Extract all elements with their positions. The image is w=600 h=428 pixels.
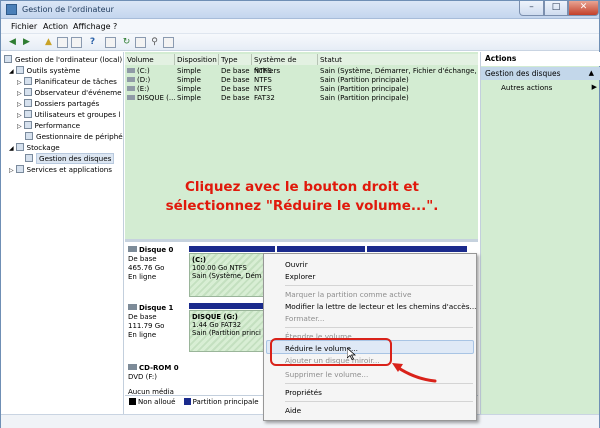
minimize-button[interactable]: – xyxy=(519,1,544,16)
col-type[interactable]: Type xyxy=(219,54,252,65)
up-folder-icon[interactable]: ▲ xyxy=(43,37,54,48)
table-row[interactable]: DISQUE (... Simple De base FAT32 Sain (P… xyxy=(125,94,478,103)
drive-icon xyxy=(127,86,135,91)
actions-pane: Actions Gestion des disques ▲ Autres acti… xyxy=(480,52,600,414)
menu-affichage[interactable]: Affichage xyxy=(73,22,111,31)
toolbar: ◀ ▶ ▲ ? ↻ ⚲ xyxy=(1,34,599,51)
view-icon[interactable] xyxy=(105,37,116,48)
title-bar: Gestion de l'ordinateur – □ ✕ xyxy=(1,1,599,19)
settings-icon[interactable] xyxy=(163,37,174,48)
chevron-right-icon: ▶ xyxy=(591,83,597,91)
tree-root[interactable]: Gestion de l'ordinateur (local) xyxy=(4,55,122,65)
computer-icon xyxy=(4,55,12,63)
instruction-line-1: Cliquez avec le bouton droit et xyxy=(185,179,419,195)
tree-outils-systeme[interactable]: ◢ Outils système xyxy=(9,66,80,76)
actions-section[interactable]: Gestion des disques ▲ xyxy=(481,67,600,80)
table-row[interactable]: (C:) Simple De base NTFS Sain (Système, … xyxy=(125,67,478,76)
console-tree: Gestion de l'ordinateur (local) ◢ Outils… xyxy=(1,52,124,414)
table-row[interactable]: (D:) Simple De base NTFS Sain (Partition… xyxy=(125,76,478,85)
tree-planificateur[interactable]: ▷ Planificateur de tâches xyxy=(17,77,117,87)
back-arrow-icon[interactable]: ◀ xyxy=(7,37,18,48)
menu-action[interactable]: Action xyxy=(43,22,68,31)
drive-icon xyxy=(127,77,135,82)
partition-bar xyxy=(189,246,275,252)
context-menu: Ouvrir Explorer Marquer la partition com… xyxy=(263,253,477,421)
partition-bar xyxy=(189,303,265,309)
drive-icon xyxy=(127,95,135,100)
hard-disk-icon xyxy=(128,304,137,310)
app-window: Gestion de l'ordinateur – □ ✕ Fichier Ac… xyxy=(0,0,600,428)
storage-icon xyxy=(15,143,24,151)
device-manager-icon xyxy=(25,132,33,140)
disk-1-info[interactable]: Disque 1 De base 111.79 Go En ligne xyxy=(128,304,186,340)
tree-utilisateurs[interactable]: ▷ Utilisateurs et groupes l xyxy=(17,110,120,120)
tree-services[interactable]: ▷ Services et applications xyxy=(9,165,112,175)
menu-separator xyxy=(285,383,473,384)
tree-stockage[interactable]: ◢ Stockage xyxy=(9,143,60,153)
cdrom-0-info[interactable]: CD-ROM 0 DVD (F:) Aucun média xyxy=(128,364,186,397)
legend-swatch-unallocated xyxy=(129,398,136,405)
performance-icon xyxy=(23,121,32,129)
partition-bar xyxy=(367,246,467,252)
cd-rom-icon xyxy=(128,364,137,370)
maximize-button[interactable]: □ xyxy=(544,1,568,16)
tree-observateur[interactable]: ▷ Observateur d'événeme xyxy=(17,88,122,98)
menu-modifier-lettre[interactable]: Modifier la lettre de lecteur et les che… xyxy=(285,302,477,311)
close-button[interactable]: ✕ xyxy=(568,1,599,16)
menu-separator xyxy=(285,327,473,328)
col-disposition[interactable]: Disposition xyxy=(175,54,219,65)
tools-icon xyxy=(15,66,24,74)
menu-fichier[interactable]: Fichier xyxy=(11,22,37,31)
menu-help[interactable]: ? xyxy=(113,22,117,31)
menu-aide[interactable]: Aide xyxy=(285,406,301,415)
legend-swatch-primary xyxy=(183,398,191,405)
tree-performance[interactable]: ▷ Performance xyxy=(17,121,80,131)
services-icon xyxy=(15,165,24,173)
refresh-icon[interactable]: ↻ xyxy=(121,37,132,48)
menu-separator xyxy=(285,401,473,402)
partition-g[interactable]: DISQUE (G:) 1.44 Go FAT32 Sain (Partitio… xyxy=(189,310,265,352)
autres-actions[interactable]: Autres actions ▶ xyxy=(501,83,597,92)
menu-formater[interactable]: Formater... xyxy=(285,314,325,323)
tree-gestionnaire[interactable]: Gestionnaire de périphé xyxy=(25,132,123,142)
computer-management-icon xyxy=(6,4,17,15)
menu-explorer[interactable]: Explorer xyxy=(285,272,315,281)
menu-supprimer-volume[interactable]: Supprimer le volume... xyxy=(285,370,368,379)
col-statut[interactable]: Statut xyxy=(318,54,478,65)
disk-0-info[interactable]: Disque 0 De base 465.76 Go En ligne xyxy=(128,246,186,282)
window-title: Gestion de l'ordinateur xyxy=(22,5,114,14)
menu-separator xyxy=(285,285,473,286)
shared-folder-icon xyxy=(23,99,32,107)
export-icon[interactable] xyxy=(135,37,146,48)
menu-marquer-active[interactable]: Marquer la partition comme active xyxy=(285,290,412,299)
users-icon xyxy=(23,110,32,118)
menu-bar: Fichier Action Affichage ? xyxy=(1,19,599,34)
col-volume[interactable]: Volume xyxy=(125,54,175,65)
search-icon[interactable]: ⚲ xyxy=(149,37,160,48)
table-row[interactable]: (E:) Simple De base NTFS Sain (Partition… xyxy=(125,85,478,94)
tree-dossiers[interactable]: ▷ Dossiers partagés xyxy=(17,99,99,109)
red-arrow-icon xyxy=(392,363,437,383)
menu-proprietes[interactable]: Propriétés xyxy=(285,388,322,397)
help-icon[interactable]: ? xyxy=(87,37,98,48)
forward-arrow-icon[interactable]: ▶ xyxy=(21,37,32,48)
col-systeme-fichiers[interactable]: Système de fichiers xyxy=(252,54,318,75)
partition-c[interactable]: (C:) 100.00 Go NTFS Sain (Système, Démar… xyxy=(189,253,265,297)
collapse-icon[interactable]: ▲ xyxy=(589,67,594,80)
partition-bar xyxy=(277,246,365,252)
instruction-line-2: sélectionnez "Réduire le volume...". xyxy=(165,198,439,214)
menu-ouvrir[interactable]: Ouvrir xyxy=(285,260,308,269)
drive-icon xyxy=(127,68,135,73)
console-tree-icon[interactable] xyxy=(57,37,68,48)
clock-icon xyxy=(23,77,32,85)
hard-disk-icon xyxy=(128,246,137,252)
highlight-annotation xyxy=(270,338,392,366)
mouse-cursor-icon xyxy=(347,348,356,360)
event-viewer-icon xyxy=(23,88,32,96)
tree-gestion-disques[interactable]: Gestion des disques xyxy=(25,153,115,164)
properties-icon[interactable] xyxy=(71,37,82,48)
actions-header: Actions xyxy=(481,52,600,66)
disk-management-icon xyxy=(25,154,33,162)
